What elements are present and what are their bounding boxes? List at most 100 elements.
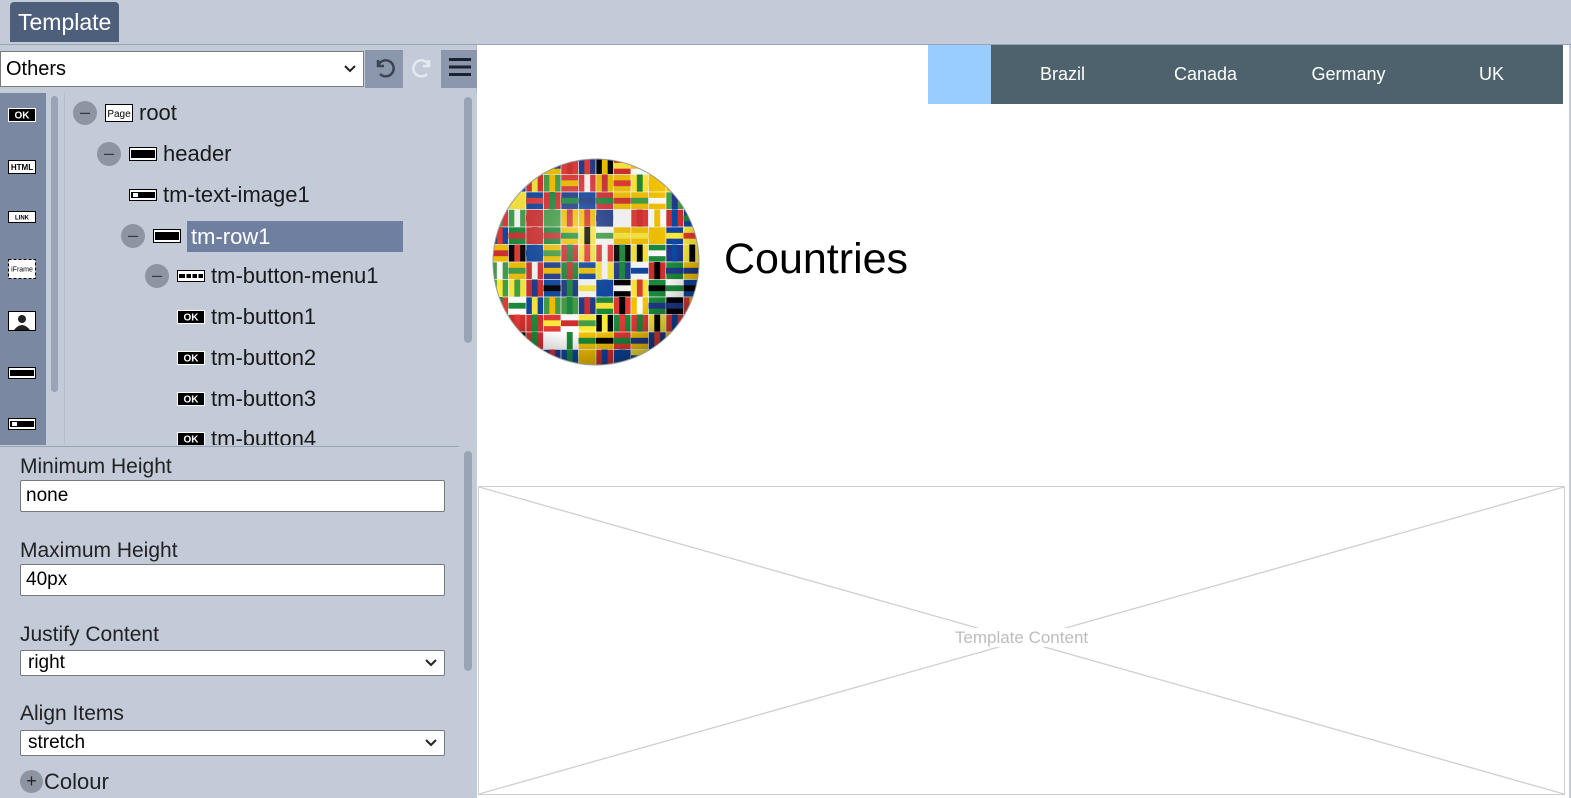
template-content-label: Template Content xyxy=(479,628,1564,648)
flag-tile-stripe xyxy=(683,197,699,204)
tree-node-tm-row1[interactable]: – tm-row1 xyxy=(121,220,403,252)
properties-scrollbar[interactable] xyxy=(459,446,477,798)
flag-tile-stripe xyxy=(496,332,503,350)
flag-tile xyxy=(665,159,684,175)
palette-html-icon[interactable]: HTML xyxy=(7,157,37,177)
flag-tile-stripe xyxy=(689,159,696,175)
tree-node-label: tm-button3 xyxy=(211,386,317,411)
palette-button-icon[interactable]: OK xyxy=(7,105,37,125)
tree-node-label: tm-button-menu1 xyxy=(211,263,379,288)
palette-link-icon[interactable]: LINK xyxy=(7,207,37,227)
chevron-down-icon xyxy=(343,52,357,98)
flag-tile xyxy=(493,314,509,333)
flag-tile-stripe xyxy=(671,332,678,350)
flag-tile xyxy=(665,349,684,365)
flag-tile xyxy=(683,191,699,210)
palette-iframe-icon[interactable]: iFrame xyxy=(7,259,37,279)
top-bar: Template xyxy=(0,0,1571,45)
tree-scroll-thumb[interactable] xyxy=(464,97,472,343)
flag-tile xyxy=(648,349,667,365)
properties-scroll-thumb[interactable] xyxy=(464,451,472,671)
palette-image-icon[interactable] xyxy=(7,311,37,331)
collapse-icon[interactable]: – xyxy=(145,264,169,288)
menu-button[interactable] xyxy=(441,50,479,88)
flag-tile-stripe xyxy=(508,337,526,344)
tree-node-tm-button-menu1[interactable]: – tm-button-menu1 xyxy=(145,260,379,292)
page-title: Countries xyxy=(724,235,909,283)
row-icon xyxy=(153,227,181,245)
tree-node-root[interactable]: – Page root xyxy=(73,97,177,129)
nav-button-uk[interactable]: UK xyxy=(1420,45,1563,104)
row-icon xyxy=(129,145,157,163)
flag-tile-stripe xyxy=(671,159,678,175)
align-items-select[interactable]: stretch xyxy=(20,730,445,756)
undo-button[interactable] xyxy=(365,50,403,88)
flag-tile-stripe xyxy=(689,174,696,192)
text-image-icon xyxy=(129,189,157,201)
flag-tile-stripe xyxy=(654,349,661,365)
svg-text:OK: OK xyxy=(15,111,31,122)
tree-node-label: tm-button4 xyxy=(211,426,317,445)
min-height-input[interactable]: none xyxy=(20,480,445,512)
nav-button-germany[interactable]: Germany xyxy=(1277,45,1420,104)
chevron-down-icon xyxy=(424,651,438,683)
toolbar: Others xyxy=(0,45,479,93)
colour-label[interactable]: Colour xyxy=(44,769,109,795)
max-height-label: Maximum Height xyxy=(20,539,178,562)
flag-tile-stripe xyxy=(493,197,509,204)
hamburger-icon xyxy=(448,56,472,83)
max-height-input[interactable]: 40px xyxy=(20,564,445,596)
expand-icon[interactable]: + xyxy=(20,770,43,793)
redo-button[interactable] xyxy=(404,50,442,88)
flag-tile xyxy=(493,331,509,350)
template-tab[interactable]: Template xyxy=(10,2,120,42)
justify-content-select[interactable]: right xyxy=(20,650,445,676)
tree-scrollbar[interactable] xyxy=(459,93,477,445)
tree-node-tm-button2[interactable]: OK tm-button2 xyxy=(177,342,316,374)
flag-tile xyxy=(508,159,527,175)
flag-tile-stripe xyxy=(514,174,521,192)
nav-button-brazil[interactable]: Brazil xyxy=(991,45,1134,104)
palette-text-image-icon[interactable] xyxy=(7,414,37,434)
redo-icon xyxy=(410,54,436,85)
flag-tile xyxy=(683,159,699,175)
flag-tile xyxy=(525,349,544,365)
flag-tile-stripe xyxy=(496,174,503,192)
component-category-select[interactable]: Others xyxy=(0,51,364,87)
tree-node-label: root xyxy=(139,100,177,125)
flag-tile xyxy=(493,174,509,193)
collapse-icon[interactable]: – xyxy=(73,101,97,125)
svg-text:iFrame: iFrame xyxy=(11,267,33,274)
tree-node-tm-button3[interactable]: OK tm-button3 xyxy=(177,383,316,415)
nav-button-canada[interactable]: Canada xyxy=(1134,45,1277,104)
tree-node-label: tm-button1 xyxy=(211,304,317,329)
tree-node-header[interactable]: – header xyxy=(97,138,232,170)
tree-node-label-selected: tm-row1 xyxy=(187,220,403,252)
template-preview: Brazil Canada Germany UK Countries Templ… xyxy=(477,45,1571,798)
palette-scroll-thumb[interactable] xyxy=(51,96,58,392)
collapse-icon[interactable]: – xyxy=(121,224,145,248)
flag-tile-stripe xyxy=(531,349,538,365)
justify-content-value: right xyxy=(28,652,65,673)
category-value: Others xyxy=(6,58,67,80)
tree-node-tm-button4[interactable]: OK tm-button4 xyxy=(177,423,316,445)
collapse-icon[interactable]: – xyxy=(97,142,121,166)
flag-tile xyxy=(493,159,509,175)
flag-tile-stripe xyxy=(689,314,696,332)
component-tree: – Page root – header tm-text-image1 – tm… xyxy=(65,93,459,445)
properties-panel: Minimum Height none Maximum Height 40px … xyxy=(0,446,459,798)
tree-node-tm-button1[interactable]: OK tm-button1 xyxy=(177,301,316,333)
palette-row-icon[interactable] xyxy=(7,363,37,383)
min-height-label: Minimum Height xyxy=(20,455,172,478)
component-palette: OK HTML LINK iFrame xyxy=(0,93,46,445)
tree-node-tm-text-image1[interactable]: tm-text-image1 xyxy=(129,179,310,211)
flag-tile-stripe xyxy=(526,162,544,169)
template-content-placeholder: Template Content xyxy=(478,486,1565,795)
flag-tile-stripe xyxy=(683,355,699,362)
palette-scrollbar[interactable] xyxy=(46,93,65,445)
svg-text:OK: OK xyxy=(184,395,200,406)
flag-tile-stripe xyxy=(689,332,696,350)
flag-tile-stripe xyxy=(514,349,521,365)
svg-text:LINK: LINK xyxy=(15,216,30,222)
nav-row-selected-spacer xyxy=(928,45,991,104)
